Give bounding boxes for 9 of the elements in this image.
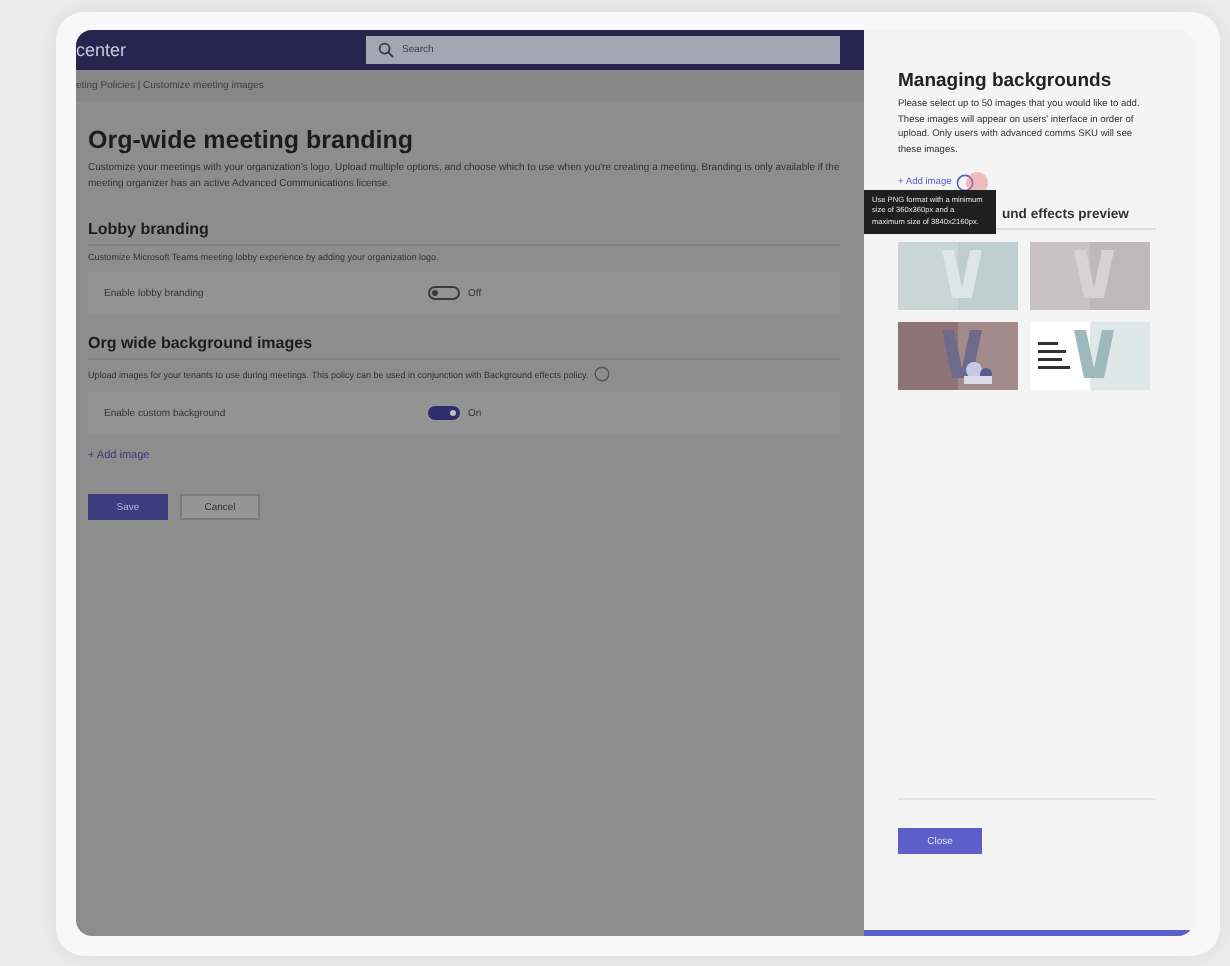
panel-title: Managing backgrounds (898, 70, 1114, 92)
toggle-switch[interactable] (428, 286, 460, 300)
search-icon (378, 42, 394, 58)
section-heading: Org wide background images (88, 334, 840, 360)
section-heading: Lobby branding (88, 220, 840, 246)
info-icon[interactable] (955, 173, 974, 191)
app-title: center (76, 40, 127, 60)
toggle-switch[interactable] (428, 406, 460, 420)
page-title: Org-wide meeting branding (88, 126, 416, 154)
